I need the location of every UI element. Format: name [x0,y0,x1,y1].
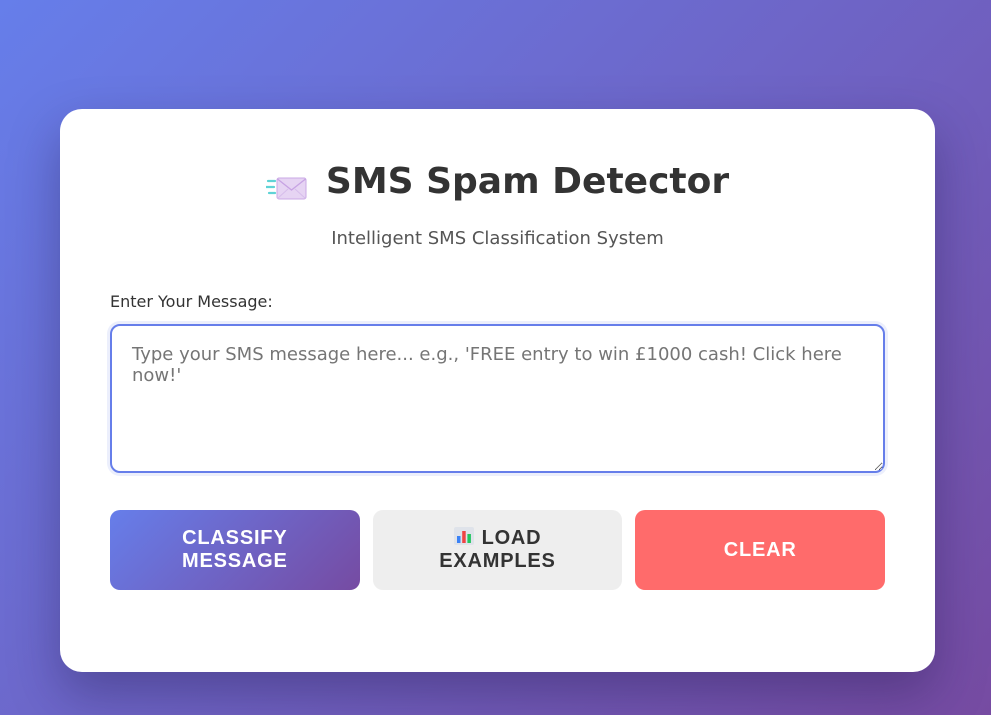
message-label: Enter Your Message: [110,292,273,311]
load-examples-button[interactable]: LOAD EXAMPLES [372,510,623,590]
envelope-icon [265,177,307,199]
action-buttons: CLASSIFY MESSAGE LOAD EXAMPLES CLEAR [110,510,886,590]
bar-chart-icon [453,527,474,545]
page-subtitle: Intelligent SMS Classification System [331,228,664,249]
detector-card: SMS Spam Detector Intelligent SMS Classi… [60,109,935,672]
load-examples-content: LOAD EXAMPLES [398,527,598,573]
page-title: SMS Spam Detector [325,161,730,202]
classify-button[interactable]: CLASSIFY MESSAGE [110,510,360,590]
header: SMS Spam Detector [60,161,935,202]
message-input[interactable] [110,324,885,473]
clear-button[interactable]: CLEAR [635,510,886,590]
clear-button-label: CLEAR [723,538,797,561]
classify-button-label: CLASSIFY MESSAGE [182,527,288,572]
